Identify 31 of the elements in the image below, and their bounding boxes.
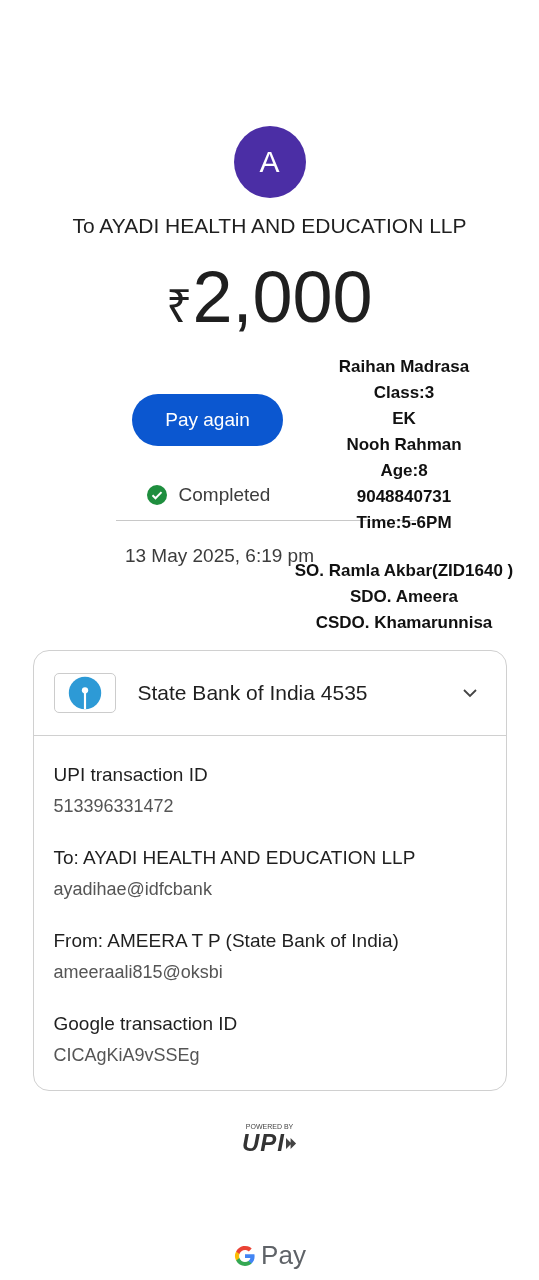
avatar: A — [233, 126, 306, 198]
note-line: Age:8 — [380, 460, 428, 482]
detail-label: From: AMEERA T P (State Bank of India) — [53, 930, 400, 952]
note-line: Raihan Madrasa — [338, 356, 470, 378]
pay-again-button[interactable]: Pay again — [132, 394, 283, 446]
note-line: CSDO. Khamarunnisa — [315, 612, 493, 634]
pay-wordmark: Pay — [261, 1240, 306, 1271]
account-row[interactable]: State Bank of India 4535 — [33, 651, 506, 736]
detail-value: 513396331472 — [53, 796, 175, 817]
note-line: SDO. Ameera — [350, 586, 458, 608]
note-line: Time:5-6PM — [356, 512, 452, 534]
note-line: EK — [392, 408, 416, 430]
g-logo-icon — [233, 1243, 258, 1268]
currency-symbol: ₹ — [166, 279, 193, 334]
upi-logo: UPI — [242, 1130, 285, 1156]
note-line: 9048840731 — [356, 486, 452, 508]
chevron-icon — [461, 688, 478, 698]
detail-label: UPI transaction ID — [53, 764, 209, 786]
status-label: Completed — [178, 484, 271, 506]
detail-value: ameeraali815@oksbi — [53, 962, 224, 983]
account-name: State Bank of India 4535 — [137, 681, 369, 705]
note-line: Class:3 — [373, 382, 435, 404]
detail-label: Google transaction ID — [53, 1013, 239, 1035]
payee-name: To AYADI HEALTH AND EDUCATION LLP — [72, 214, 467, 238]
note-line: Nooh Rahman — [346, 434, 462, 456]
bank-logo-icon — [53, 673, 116, 713]
amount: 2,000 — [192, 256, 373, 338]
arrows-icon — [286, 1137, 297, 1149]
detail-value: CICAgKiA9vSSEg — [53, 1045, 201, 1066]
detail-value: ayadihae@idfcbank — [53, 879, 213, 900]
detail-label: To: AYADI HEALTH AND EDUCATION LLP — [53, 847, 417, 869]
